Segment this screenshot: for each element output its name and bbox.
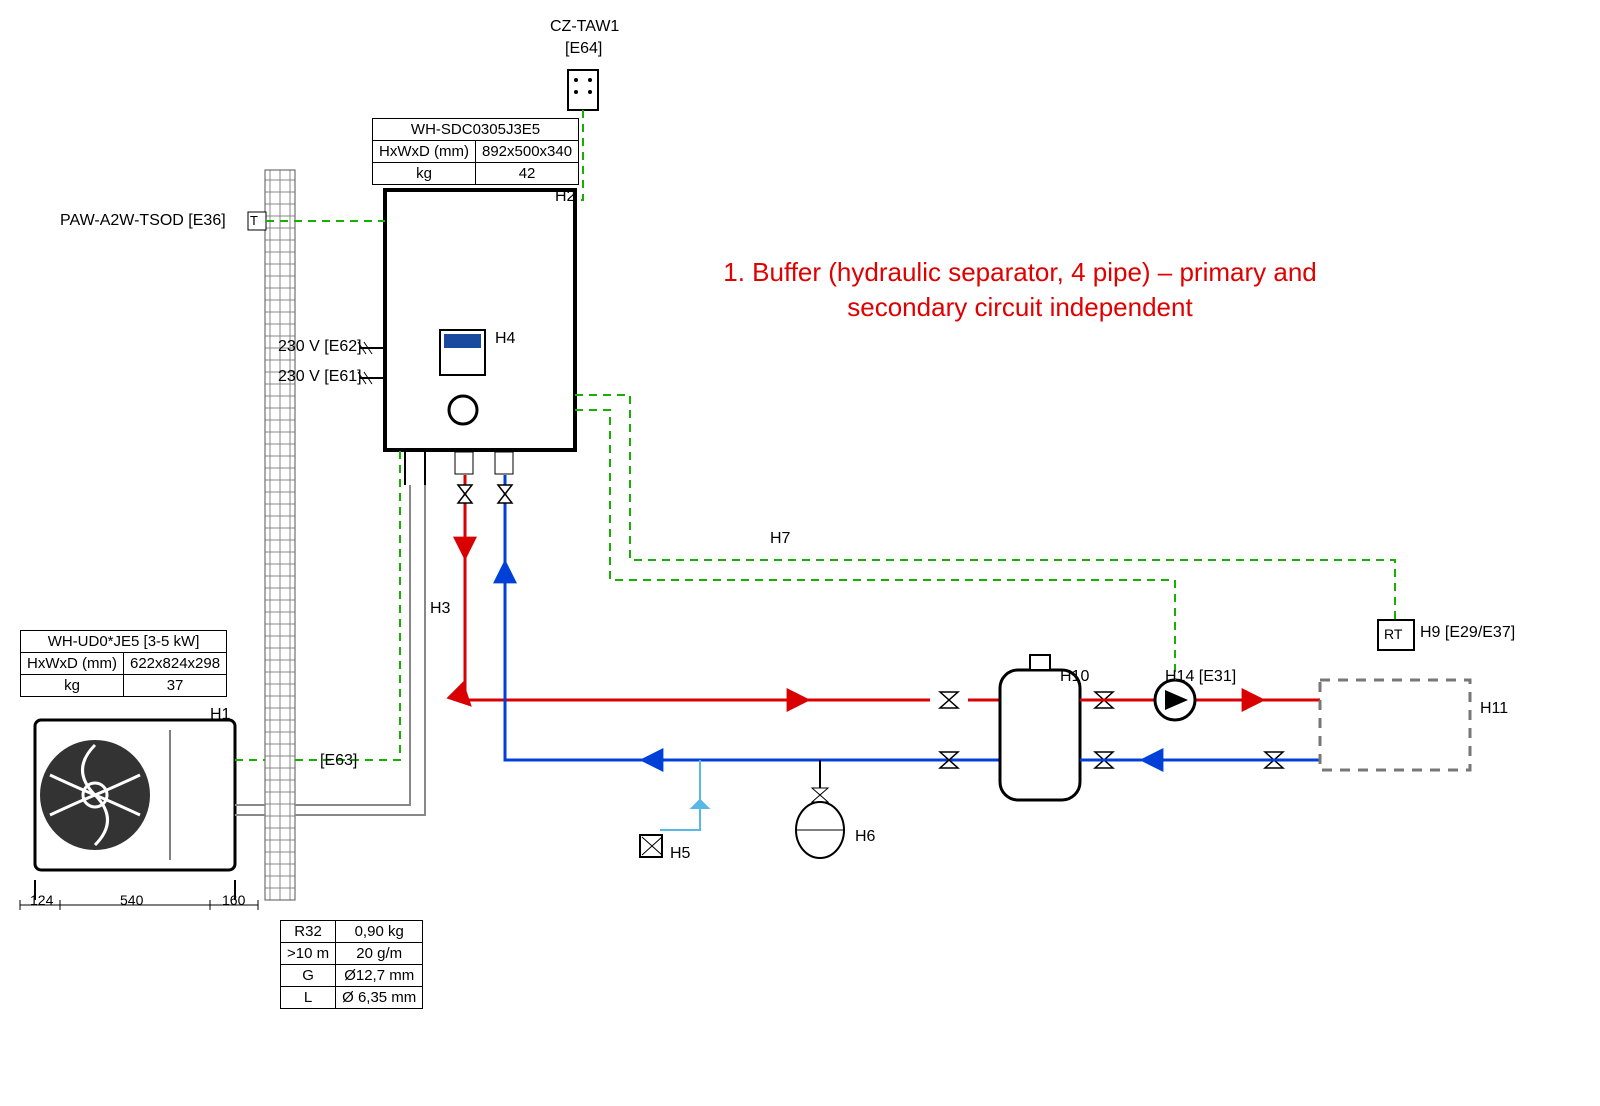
dim-3: 160: [222, 892, 245, 908]
cold-pipe: [505, 475, 1000, 760]
label-h10: H10: [1060, 668, 1089, 686]
indoor-unit: [385, 190, 575, 485]
valves: [940, 692, 1283, 768]
label-t: T: [250, 213, 258, 228]
label-h2: H2: [555, 188, 575, 206]
label-cz-taw1: CZ-TAW1: [550, 18, 619, 36]
wall: [265, 170, 295, 900]
label-h5: H5: [670, 845, 690, 863]
diagram-title-note: 1. Buffer (hydraulic separator, 4 pipe) …: [670, 255, 1370, 325]
cz-taw1-module: [568, 70, 598, 110]
hot-pipe: [465, 475, 1000, 700]
control-wires: [575, 395, 1395, 680]
hydraulic-diagram: 1. Buffer (hydraulic separator, 4 pipe) …: [0, 0, 1600, 1106]
label-e63: [E63]: [320, 752, 357, 770]
label-e62: 230 V [E62]: [278, 338, 362, 356]
pipe-spec-table: R320,90 kg >10 m20 g/m GØ12,7 mm LØ 6,35…: [280, 920, 423, 1009]
expansion-vessel: [796, 760, 844, 858]
dim-2: 540: [120, 892, 143, 908]
label-h14: H14 [E31]: [1165, 668, 1236, 686]
outdoor-unit: [35, 720, 235, 900]
label-cz-taw1-e: [E64]: [565, 40, 602, 58]
dim-1: 124: [30, 892, 53, 908]
pump-h14: [1155, 680, 1195, 720]
wire-e63: [235, 450, 400, 760]
label-h7: H7: [770, 530, 790, 548]
label-rt: RT: [1384, 626, 1402, 642]
label-h4: H4: [495, 330, 515, 348]
indoor-spec-table: WH-SDC0305J3E5 HxWxD (mm)892x500x340 kg4…: [372, 118, 579, 185]
diagram-canvas: [0, 0, 1600, 1106]
label-h1: H1: [210, 706, 230, 724]
outdoor-spec-table: WH-UD0*JE5 [3-5 kW] HxWxD (mm)622x824x29…: [20, 630, 227, 697]
label-paw: PAW-A2W-TSOD [E36]: [60, 212, 226, 230]
label-h11: H11: [1480, 700, 1508, 718]
fill-line: [660, 760, 708, 830]
heat-emitter: [1320, 680, 1470, 770]
label-e61: 230 V [E61]: [278, 368, 362, 386]
label-h6: H6: [855, 828, 875, 846]
label-h3: H3: [430, 600, 450, 618]
label-h9: H9 [E29/E37]: [1420, 624, 1515, 642]
